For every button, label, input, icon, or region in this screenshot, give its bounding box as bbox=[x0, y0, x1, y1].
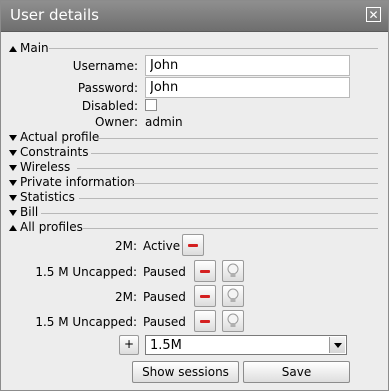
section-private-information[interactable]: Private information bbox=[9, 175, 135, 189]
password-field[interactable] bbox=[145, 77, 350, 98]
section-private-information-label: Private information bbox=[20, 175, 135, 189]
remove-profile-button[interactable] bbox=[194, 285, 216, 307]
triangle-up-icon bbox=[9, 45, 17, 52]
section-all-profiles-label: All profiles bbox=[20, 220, 83, 234]
divider bbox=[77, 168, 378, 169]
divider bbox=[49, 48, 378, 49]
section-main[interactable]: Main bbox=[9, 41, 49, 55]
lightbulb-icon bbox=[227, 263, 239, 277]
section-all-profiles[interactable]: All profiles bbox=[9, 220, 83, 234]
profile-name: 1.5 M Uncapped: bbox=[35, 265, 137, 279]
divider bbox=[91, 153, 378, 154]
close-icon[interactable]: ✕ bbox=[366, 7, 381, 22]
section-actual-profile[interactable]: Actual profile bbox=[9, 130, 99, 144]
divider bbox=[131, 183, 378, 184]
divider bbox=[83, 228, 378, 229]
section-constraints[interactable]: Constraints bbox=[9, 145, 88, 159]
show-sessions-button[interactable]: Show sessions bbox=[132, 361, 239, 383]
section-statistics-label: Statistics bbox=[20, 190, 75, 204]
section-constraints-label: Constraints bbox=[20, 145, 89, 159]
triangle-down-icon bbox=[9, 149, 17, 156]
remove-profile-button[interactable] bbox=[182, 234, 204, 256]
disabled-checkbox[interactable] bbox=[145, 99, 157, 111]
chevron-down-icon[interactable] bbox=[329, 337, 345, 353]
remove-profile-button[interactable] bbox=[194, 260, 216, 282]
triangle-down-icon bbox=[9, 134, 17, 141]
triangle-up-icon bbox=[9, 224, 17, 231]
section-bill[interactable]: Bill bbox=[9, 205, 38, 219]
password-label: Password: bbox=[77, 81, 138, 95]
divider bbox=[97, 138, 378, 139]
section-statistics[interactable]: Statistics bbox=[9, 190, 75, 204]
activate-profile-button[interactable] bbox=[222, 310, 244, 332]
window-title: User details bbox=[10, 6, 99, 24]
triangle-down-icon bbox=[9, 164, 17, 171]
username-field[interactable] bbox=[145, 55, 350, 76]
disabled-label: Disabled: bbox=[81, 99, 138, 113]
user-details-window: User details ✕ Main Username: Password: … bbox=[0, 0, 389, 391]
activate-profile-button[interactable] bbox=[222, 285, 244, 307]
title-bar[interactable]: User details ✕ bbox=[1, 1, 388, 32]
profile-status: Active bbox=[143, 239, 181, 253]
profile-name: 1.5 M Uncapped: bbox=[35, 315, 137, 329]
profile-name: 2M: bbox=[114, 290, 137, 304]
triangle-down-icon bbox=[9, 209, 17, 216]
profile-name: 2M: bbox=[114, 239, 137, 253]
save-button[interactable]: Save bbox=[243, 361, 350, 383]
profile-status: Paused bbox=[143, 265, 186, 279]
section-main-label: Main bbox=[20, 41, 49, 55]
username-label: Username: bbox=[72, 59, 138, 73]
section-wireless[interactable]: Wireless bbox=[9, 160, 70, 174]
section-wireless-label: Wireless bbox=[20, 160, 71, 174]
add-profile-button[interactable]: + bbox=[119, 335, 139, 355]
owner-label: Owner: bbox=[94, 115, 138, 129]
profile-status: Paused bbox=[143, 290, 186, 304]
owner-value: admin bbox=[145, 115, 183, 129]
profile-status: Paused bbox=[143, 315, 186, 329]
remove-profile-button[interactable] bbox=[194, 310, 216, 332]
triangle-down-icon bbox=[9, 179, 17, 186]
profile-select[interactable]: 1.5M bbox=[145, 335, 347, 355]
divider bbox=[41, 213, 378, 214]
divider bbox=[79, 198, 378, 199]
activate-profile-button[interactable] bbox=[222, 260, 244, 282]
profile-select-value: 1.5M bbox=[150, 338, 182, 353]
lightbulb-icon bbox=[227, 288, 239, 302]
section-actual-profile-label: Actual profile bbox=[20, 130, 100, 144]
section-bill-label: Bill bbox=[20, 205, 39, 219]
lightbulb-icon bbox=[227, 313, 239, 327]
triangle-down-icon bbox=[9, 194, 17, 201]
